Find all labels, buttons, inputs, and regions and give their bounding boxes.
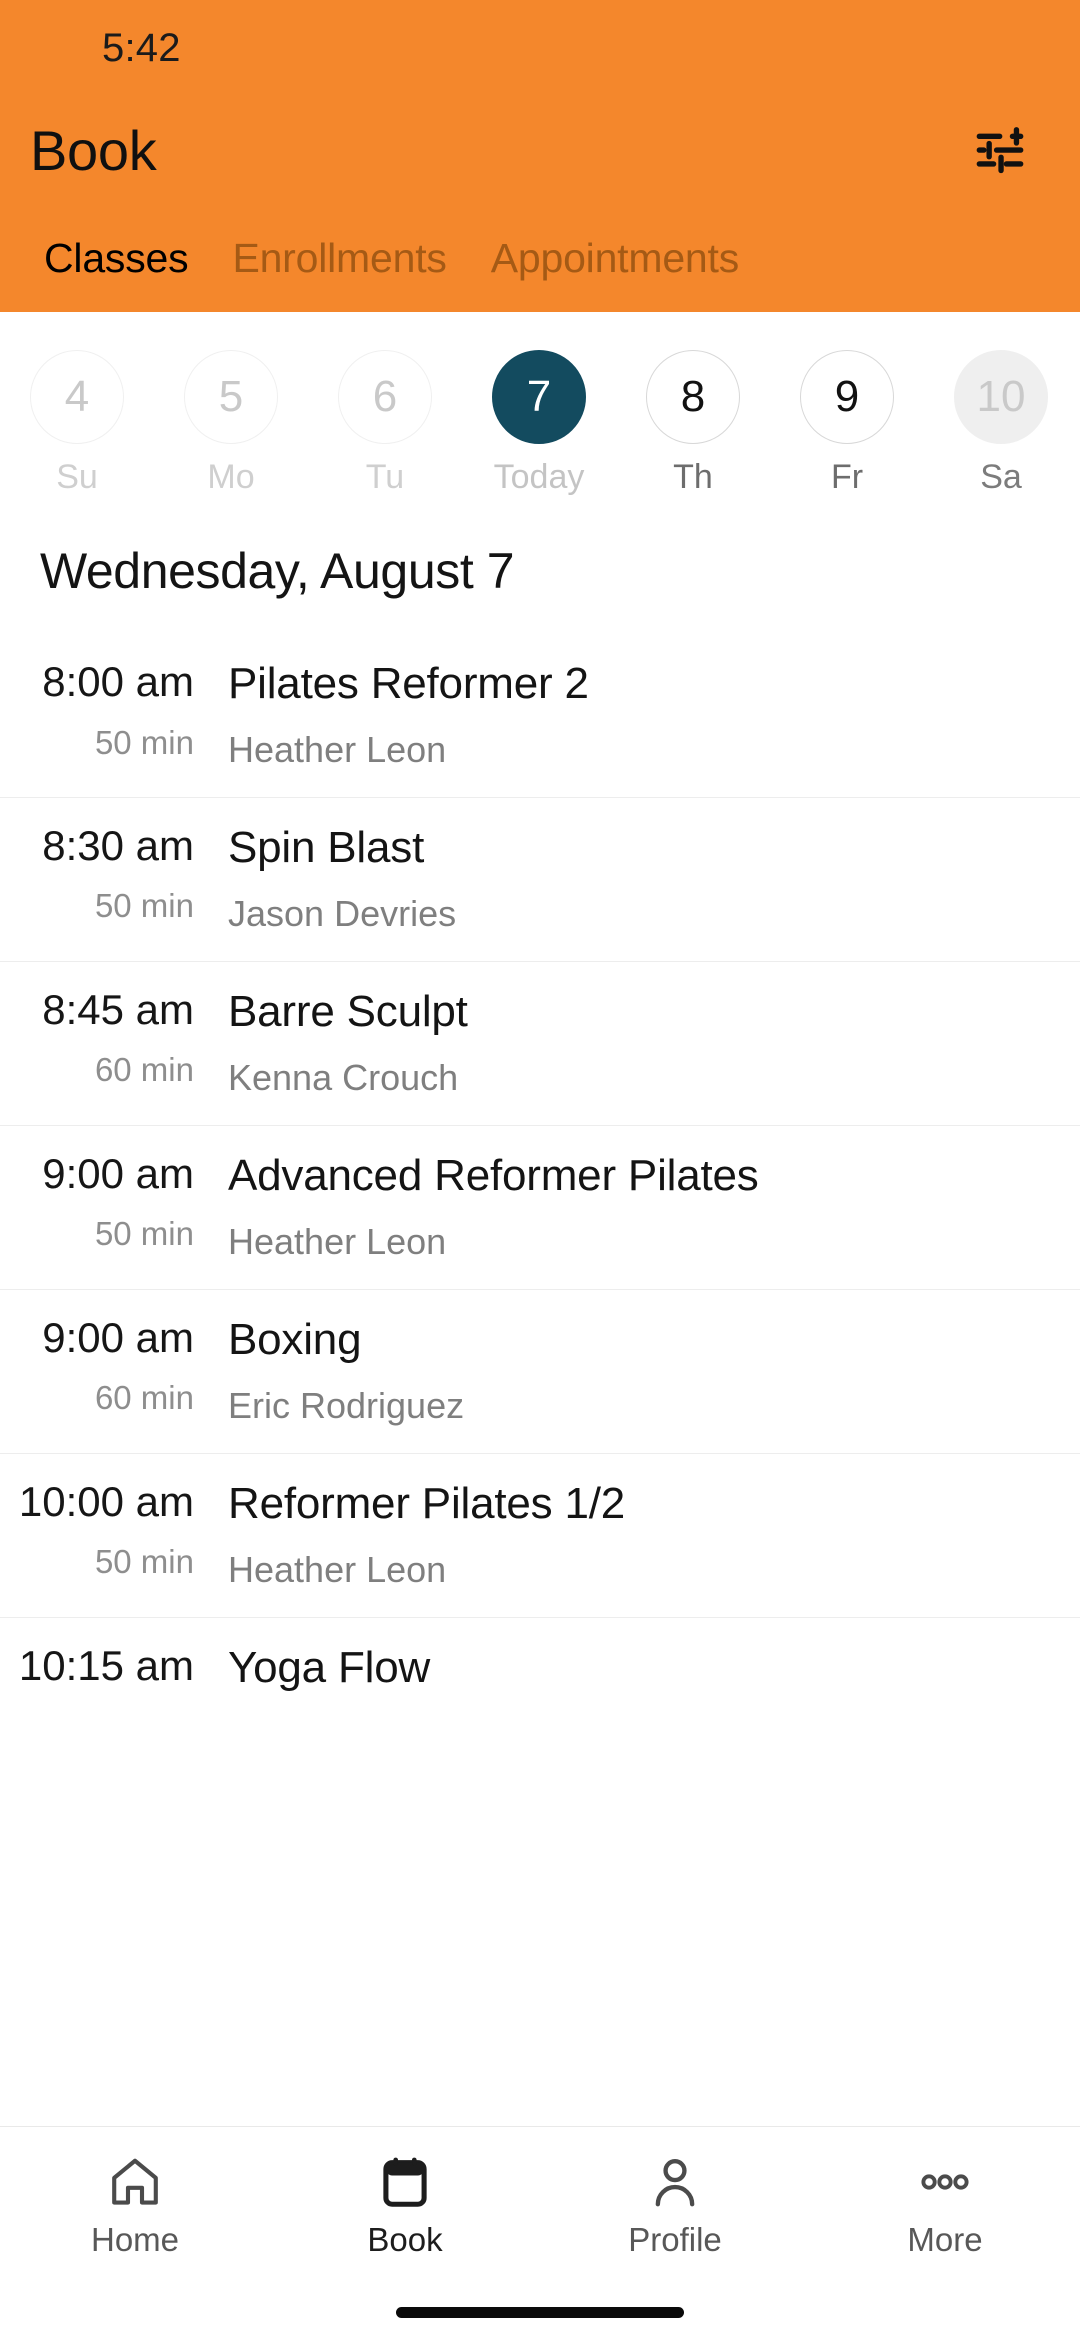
date-number: 7 xyxy=(492,350,586,444)
class-row[interactable]: 9:00 am 50 min Advanced Reformer Pilates… xyxy=(0,1124,1080,1289)
class-time-column: 8:00 am 50 min xyxy=(0,656,208,762)
class-info-column: Barre Sculpt Kenna Crouch xyxy=(208,984,1080,1099)
app-header: 5:42 Book Classes Enrollments Appointmen… xyxy=(0,0,1080,312)
date-cell-8[interactable]: 8 Th xyxy=(616,350,770,494)
tab-enrollments[interactable]: Enrollments xyxy=(210,235,468,312)
class-time: 10:15 am xyxy=(18,1641,194,1689)
class-duration: 50 min xyxy=(94,723,194,761)
class-name: Yoga Flow xyxy=(228,1642,431,1692)
date-cell-10[interactable]: 10 Sa xyxy=(924,350,1078,494)
class-time-column: 10:15 am xyxy=(0,1640,208,1707)
class-info-column: Advanced Reformer Pilates Heather Leon xyxy=(208,1148,1080,1263)
nav-item-book[interactable]: Book xyxy=(270,2151,540,2256)
date-weekday: Sa xyxy=(980,458,1022,496)
class-name: Boxing xyxy=(228,1314,362,1364)
date-number: 8 xyxy=(646,350,740,444)
class-info-column: Boxing Eric Rodriguez xyxy=(208,1312,1080,1427)
nav-label-home: Home xyxy=(90,2221,180,2258)
date-number: 5 xyxy=(184,350,278,444)
class-time: 10:00 am xyxy=(18,1477,194,1525)
date-cell-5[interactable]: 5 Mo xyxy=(154,350,308,494)
class-row[interactable]: 8:30 am 50 min Spin Blast Jason Devries xyxy=(0,796,1080,961)
date-strip[interactable]: 4 Su 5 Mo 6 Tu 7 Today 8 Th 9 Fr 10 Sa xyxy=(0,312,1080,512)
person-icon xyxy=(646,2151,704,2213)
nav-item-more[interactable]: More xyxy=(810,2151,1080,2256)
app-bar: Book xyxy=(0,96,1080,204)
tab-classes[interactable]: Classes xyxy=(22,235,210,312)
nav-label-more: More xyxy=(907,2221,983,2258)
class-time: 9:00 am xyxy=(42,1313,194,1361)
date-weekday: Mo xyxy=(207,458,255,496)
class-name: Reformer Pilates 1/2 xyxy=(228,1478,626,1528)
ellipsis-icon xyxy=(916,2151,974,2213)
class-name: Pilates Reformer 2 xyxy=(228,659,589,708)
date-weekday: Tu xyxy=(365,458,405,496)
nav-label-book: Book xyxy=(367,2221,443,2258)
status-bar-time: 5:42 xyxy=(102,25,181,70)
date-weekday: Fr xyxy=(830,458,864,496)
class-duration: 50 min xyxy=(94,1543,194,1581)
date-number: 9 xyxy=(800,350,894,444)
nav-label-profile: Profile xyxy=(628,2221,722,2258)
class-instructor: Heather Leon xyxy=(228,728,447,770)
class-info-column: Yoga Flow xyxy=(208,1640,1080,1712)
status-bar: 5:42 xyxy=(0,0,1080,96)
class-row[interactable]: 8:00 am 50 min Pilates Reformer 2 Heathe… xyxy=(0,634,1080,797)
class-info-column: Pilates Reformer 2 Heather Leon xyxy=(208,656,1080,771)
nav-item-home[interactable]: Home xyxy=(0,2151,270,2256)
date-number: 6 xyxy=(338,350,432,444)
date-cell-7-today-selected[interactable]: 7 Today xyxy=(462,350,616,494)
day-heading: Wednesday, August 7 xyxy=(40,543,515,599)
app-screen: 5:42 Book Classes Enrollments Appointmen… xyxy=(0,0,1080,2340)
class-time: 8:30 am xyxy=(42,821,194,869)
tab-appointments[interactable]: Appointments xyxy=(469,235,761,312)
class-name: Advanced Reformer Pilates xyxy=(228,1150,759,1200)
date-number: 10 xyxy=(954,350,1048,444)
page-title: Book xyxy=(30,118,157,182)
class-time-column: 9:00 am 50 min xyxy=(0,1148,208,1254)
class-name: Barre Sculpt xyxy=(228,986,468,1036)
class-instructor: Jason Devries xyxy=(228,892,457,934)
class-time-column: 10:00 am 50 min xyxy=(0,1476,208,1582)
date-cell-6[interactable]: 6 Tu xyxy=(308,350,462,494)
class-row[interactable]: 10:15 am Yoga Flow xyxy=(0,1616,1080,1738)
date-number: 4 xyxy=(30,350,124,444)
class-duration: 60 min xyxy=(94,1051,194,1089)
class-info-column: Reformer Pilates 1/2 Heather Leon xyxy=(208,1476,1080,1591)
class-row[interactable]: 8:45 am 60 min Barre Sculpt Kenna Crouch xyxy=(0,960,1080,1125)
date-weekday: Today xyxy=(493,458,585,496)
date-weekday: Th xyxy=(673,458,713,496)
tune-icon xyxy=(976,127,1024,174)
class-time-column: 9:00 am 60 min xyxy=(0,1312,208,1418)
filter-button[interactable] xyxy=(954,104,1046,196)
class-row[interactable]: 9:00 am 60 min Boxing Eric Rodriguez xyxy=(0,1288,1080,1453)
class-name: Spin Blast xyxy=(228,822,425,872)
date-cell-9[interactable]: 9 Fr xyxy=(770,350,924,494)
nav-item-profile[interactable]: Profile xyxy=(540,2151,810,2256)
date-weekday: Su xyxy=(56,458,98,496)
class-duration: 50 min xyxy=(94,1215,194,1253)
class-duration: 60 min xyxy=(94,1379,194,1417)
class-list[interactable]: 8:00 am 50 min Pilates Reformer 2 Heathe… xyxy=(0,634,1080,2340)
class-time: 8:00 am xyxy=(42,658,194,705)
date-cell-4[interactable]: 4 Su xyxy=(0,350,154,494)
class-duration: 50 min xyxy=(94,887,194,925)
class-instructor: Eric Rodriguez xyxy=(228,1384,465,1426)
class-time: 9:00 am xyxy=(42,1149,194,1197)
class-instructor: Heather Leon xyxy=(228,1548,447,1590)
class-instructor: Heather Leon xyxy=(228,1220,447,1262)
class-time: 8:45 am xyxy=(42,985,194,1033)
bottom-navigation: Home Book Profile More xyxy=(0,2126,1080,2340)
tab-bar: Classes Enrollments Appointments xyxy=(0,204,1080,312)
class-time-column: 8:45 am 60 min xyxy=(0,984,208,1090)
class-row[interactable]: 10:00 am 50 min Reformer Pilates 1/2 Hea… xyxy=(0,1452,1080,1617)
calendar-icon xyxy=(376,2151,434,2213)
home-icon xyxy=(106,2151,164,2213)
class-instructor: Kenna Crouch xyxy=(228,1056,459,1098)
class-info-column: Spin Blast Jason Devries xyxy=(208,820,1080,935)
home-indicator xyxy=(396,2307,684,2318)
class-time-column: 8:30 am 50 min xyxy=(0,820,208,926)
